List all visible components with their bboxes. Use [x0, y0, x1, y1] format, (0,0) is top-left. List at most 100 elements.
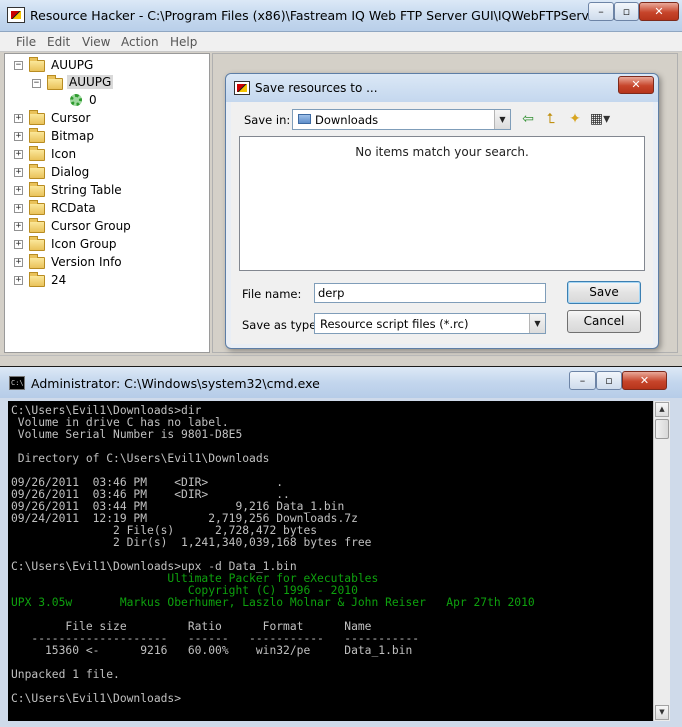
- new-folder-icon[interactable]: ✦: [565, 110, 585, 128]
- close-icon: ✕: [639, 374, 650, 387]
- tree-label-selected: AUUPG: [67, 75, 114, 89]
- tree-item-version-info[interactable]: + Version Info: [5, 254, 205, 270]
- dialog-titlebar[interactable]: Save resources to ... ✕: [226, 74, 658, 102]
- minimize-icon: –: [598, 5, 604, 18]
- folder-open-icon: [29, 57, 45, 72]
- downloads-folder-icon: [298, 114, 311, 124]
- close-button[interactable]: ✕: [639, 2, 679, 21]
- dialog-body: Save in: Downloads ▼ ⇦ ⮤ ✦ ▦▾ No items m…: [231, 102, 653, 344]
- folder-icon: [29, 254, 45, 269]
- tree-label: 0: [89, 93, 97, 107]
- resource-tree[interactable]: − AUUPG − AUUPG 0 + Cursor + Bitmap + Ic…: [4, 53, 210, 353]
- tree-item-dialog[interactable]: + Dialog: [5, 164, 205, 180]
- tree-item-icon[interactable]: + Icon: [5, 146, 205, 162]
- minimize-button[interactable]: –: [588, 2, 614, 21]
- tree-label: 24: [51, 273, 67, 287]
- view-menu-icon[interactable]: ▦▾: [587, 110, 613, 128]
- console-line: Volume Serial Number is 9801-D8E5: [11, 428, 243, 441]
- save-in-combo[interactable]: Downloads ▼: [292, 109, 511, 130]
- tree-label: Icon Group: [51, 237, 117, 251]
- scroll-thumb[interactable]: [655, 419, 669, 439]
- cmd-close-button[interactable]: ✕: [622, 371, 667, 390]
- up-folder-icon[interactable]: ⮤: [541, 110, 561, 128]
- tree-item-cursor-group[interactable]: + Cursor Group: [5, 218, 205, 234]
- maximize-icon: ▫: [605, 374, 613, 387]
- menu-action[interactable]: Action: [121, 35, 159, 49]
- save-button[interactable]: Save: [567, 281, 641, 304]
- expand-icon[interactable]: +: [14, 240, 23, 249]
- folder-icon: [29, 218, 45, 233]
- tree-item-bitmap[interactable]: + Bitmap: [5, 128, 205, 144]
- folder-icon: [29, 236, 45, 251]
- tree-item-24[interactable]: + 24: [5, 272, 205, 288]
- save-in-value: Downloads: [315, 113, 379, 127]
- console-line: 15360 <- 9216 60.00% win32/pe Data_1.bin: [11, 644, 413, 657]
- expand-icon[interactable]: +: [14, 132, 23, 141]
- expand-icon[interactable]: +: [14, 258, 23, 267]
- cmd-maximize-button[interactable]: ▫: [596, 371, 622, 390]
- cmd-app-icon: C:\: [9, 376, 25, 390]
- back-arrow-icon[interactable]: ⇦: [518, 110, 538, 128]
- console-line: Directory of C:\Users\Evil1\Downloads: [11, 452, 270, 465]
- menu-file[interactable]: File: [16, 35, 36, 49]
- folder-open-icon: [47, 75, 63, 90]
- tree-item-0[interactable]: 0: [5, 92, 205, 108]
- scroll-down-icon[interactable]: ▼: [655, 705, 669, 720]
- menu-help[interactable]: Help: [170, 35, 197, 49]
- tree-item-string-table[interactable]: + String Table: [5, 182, 205, 198]
- console-output[interactable]: C:\Users\Evil1\Downloads>dir Volume in d…: [8, 401, 653, 721]
- menu-edit[interactable]: Edit: [47, 35, 70, 49]
- maximize-button[interactable]: ▫: [614, 2, 639, 21]
- dialog-title: Save resources to ...: [255, 81, 378, 95]
- console-line: C:\Users\Evil1\Downloads>: [11, 692, 182, 705]
- cmd-minimize-button[interactable]: –: [569, 371, 596, 390]
- file-name-field[interactable]: [314, 283, 546, 303]
- rh-titlebar[interactable]: Resource Hacker - C:\Program Files (x86)…: [0, 0, 682, 32]
- expand-icon[interactable]: +: [14, 150, 23, 159]
- tree-label: Version Info: [51, 255, 122, 269]
- rh-window-title: Resource Hacker - C:\Program Files (x86)…: [30, 8, 651, 23]
- empty-message: No items match your search.: [355, 145, 529, 159]
- cmd-window: C:\ Administrator: C:\Windows\system32\c…: [0, 367, 682, 727]
- tree-item-icon-group[interactable]: + Icon Group: [5, 236, 205, 252]
- folder-icon: [29, 128, 45, 143]
- folder-icon: [29, 110, 45, 125]
- save-resources-dialog: Save resources to ... ✕ Save in: Downloa…: [225, 73, 659, 349]
- expand-icon[interactable]: +: [14, 114, 23, 123]
- file-name-input[interactable]: [315, 284, 545, 302]
- minimize-icon: –: [579, 374, 586, 387]
- folder-icon: [29, 182, 45, 197]
- cancel-button[interactable]: Cancel: [567, 310, 641, 333]
- tree-label: Bitmap: [51, 129, 94, 143]
- save-as-type-combo[interactable]: Resource script files (*.rc) ▼: [314, 313, 546, 334]
- expand-icon[interactable]: +: [14, 186, 23, 195]
- resource-hacker-app-icon: [234, 81, 250, 95]
- collapse-icon[interactable]: −: [14, 61, 23, 70]
- expand-icon[interactable]: +: [14, 276, 23, 285]
- collapse-icon[interactable]: −: [32, 79, 41, 88]
- folder-icon: [29, 200, 45, 215]
- tree-item-auupg-root[interactable]: − AUUPG: [5, 57, 205, 73]
- cmd-titlebar[interactable]: C:\ Administrator: C:\Windows\system32\c…: [0, 367, 682, 398]
- tree-item-auupg-child[interactable]: − AUUPG: [5, 75, 205, 91]
- file-list[interactable]: No items match your search.: [239, 136, 645, 271]
- maximize-icon: ▫: [622, 5, 631, 18]
- save-in-label: Save in:: [244, 113, 291, 127]
- console-scrollbar[interactable]: ▲ ▼: [653, 401, 670, 721]
- tree-item-rcdata[interactable]: + RCData: [5, 200, 205, 216]
- tree-label: AUUPG: [51, 58, 94, 72]
- save-as-type-value: Resource script files (*.rc): [320, 317, 469, 331]
- tree-item-cursor[interactable]: + Cursor: [5, 110, 205, 126]
- chevron-down-icon[interactable]: ▼: [494, 110, 510, 129]
- console-line: UPX 3.05w Markus Oberhumer, Laszlo Molna…: [11, 596, 535, 609]
- dialog-close-button[interactable]: ✕: [618, 76, 654, 94]
- save-as-type-label: Save as type:: [242, 318, 321, 332]
- scroll-up-icon[interactable]: ▲: [655, 402, 669, 417]
- chevron-down-icon[interactable]: ▼: [529, 314, 545, 333]
- expand-icon[interactable]: +: [14, 222, 23, 231]
- expand-icon[interactable]: +: [14, 204, 23, 213]
- menu-view[interactable]: View: [82, 35, 110, 49]
- expand-icon[interactable]: +: [14, 168, 23, 177]
- tree-label: Cursor: [51, 111, 91, 125]
- close-icon: ✕: [631, 78, 641, 91]
